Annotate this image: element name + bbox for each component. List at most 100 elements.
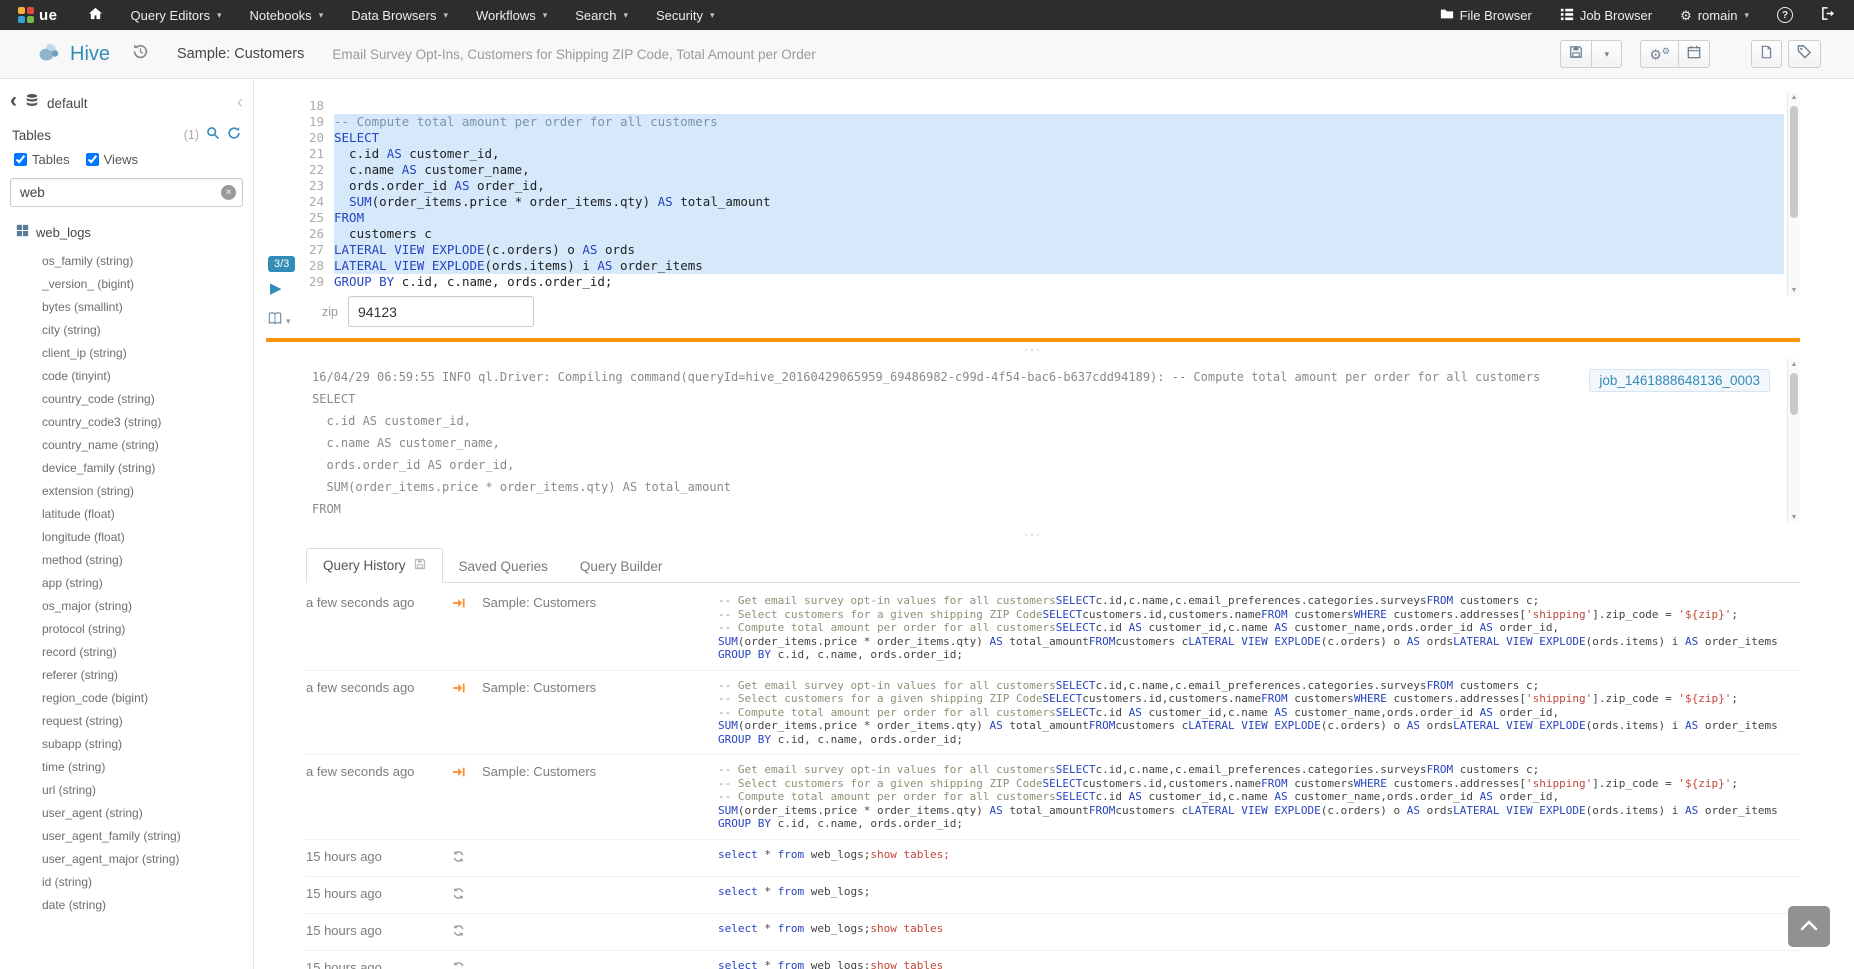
refresh-tables-icon[interactable] bbox=[227, 126, 241, 145]
column-item[interactable]: city (string) bbox=[42, 319, 253, 342]
resize-handle[interactable]: ··· bbox=[266, 345, 1800, 356]
search-tables-icon[interactable] bbox=[206, 126, 220, 145]
column-item[interactable]: method (string) bbox=[42, 549, 253, 572]
tags-button[interactable] bbox=[1788, 40, 1821, 68]
tab-query-history[interactable]: Query History bbox=[306, 548, 443, 583]
table-web-logs[interactable]: web_logs bbox=[16, 224, 91, 240]
settings-button[interactable]: ⚙⚙ bbox=[1640, 40, 1679, 68]
hue-logo[interactable]: ue bbox=[0, 0, 74, 30]
column-item[interactable]: request (string) bbox=[42, 710, 253, 733]
line-number: 21 bbox=[266, 146, 334, 162]
log-panel[interactable]: 16/04/29 06:59:55 INFO ql.Driver: Compil… bbox=[306, 359, 1800, 523]
history-row[interactable]: a few seconds agoSample: Customers-- Get… bbox=[306, 586, 1800, 671]
menu-data-browsers[interactable]: Data Browsers▾ bbox=[337, 0, 462, 30]
editor-line: 21 c.id AS customer_id, bbox=[266, 146, 1800, 162]
column-item[interactable]: record (string) bbox=[42, 641, 253, 664]
log-line: SUM(order_items.price * order_items.qty)… bbox=[312, 476, 1800, 498]
tables-filter[interactable]: Tables bbox=[14, 152, 70, 167]
tables-checkbox[interactable] bbox=[14, 153, 27, 166]
menu-query-editors[interactable]: Query Editors▾ bbox=[117, 0, 236, 30]
column-item[interactable]: longitude (float) bbox=[42, 526, 253, 549]
column-item[interactable]: device_family (string) bbox=[42, 457, 253, 480]
resize-handle[interactable]: ··· bbox=[266, 530, 1800, 541]
history-row[interactable]: 15 hours agoselect * from web_logs;show … bbox=[306, 914, 1800, 951]
column-item[interactable]: subapp (string) bbox=[42, 733, 253, 756]
history-row[interactable]: 15 hours agoselect * from web_logs; bbox=[306, 877, 1800, 914]
query-history-button[interactable] bbox=[132, 43, 149, 65]
column-item[interactable]: url (string) bbox=[42, 779, 253, 802]
column-item[interactable]: region_code (bigint) bbox=[42, 687, 253, 710]
columns-list[interactable]: os_family (string)_version_ (bigint)byte… bbox=[0, 250, 253, 969]
execute-button[interactable]: ▶ bbox=[270, 279, 282, 297]
scroll-up-icon[interactable]: ▲ bbox=[1788, 361, 1800, 368]
log-line: 16/04/29 06:59:55 INFO ql.Driver: Compil… bbox=[312, 366, 1800, 388]
column-item[interactable]: user_agent (string) bbox=[42, 802, 253, 825]
column-item[interactable]: country_code (string) bbox=[42, 388, 253, 411]
column-item[interactable]: country_name (string) bbox=[42, 434, 253, 457]
menu-notebooks[interactable]: Notebooks▾ bbox=[236, 0, 338, 30]
column-item[interactable]: time (string) bbox=[42, 756, 253, 779]
column-item[interactable]: protocol (string) bbox=[42, 618, 253, 641]
line-number: 24 bbox=[266, 194, 334, 210]
menu-search[interactable]: Search▾ bbox=[561, 0, 642, 30]
variable-input[interactable] bbox=[348, 296, 534, 327]
column-item[interactable]: app (string) bbox=[42, 572, 253, 595]
tab-query-builder[interactable]: Query Builder bbox=[564, 550, 679, 583]
editor-scrollbar[interactable]: ▲ ▼ bbox=[1787, 92, 1800, 296]
code-text: FROM bbox=[334, 210, 1784, 226]
file-browser-button[interactable]: File Browser bbox=[1426, 0, 1546, 30]
save-button[interactable] bbox=[1560, 40, 1592, 68]
job-browser-button[interactable]: Job Browser bbox=[1546, 0, 1666, 30]
menu-workflows[interactable]: Workflows▾ bbox=[462, 0, 561, 30]
query-history-list: a few seconds agoSample: Customers-- Get… bbox=[306, 586, 1800, 969]
views-checkbox[interactable] bbox=[86, 153, 99, 166]
history-row[interactable]: 15 hours agoselect * from web_logs;show … bbox=[306, 951, 1800, 969]
job-link[interactable]: job_1461888648136_0003 bbox=[1589, 369, 1770, 392]
new-query-button[interactable] bbox=[1751, 40, 1782, 68]
scrollbar-thumb[interactable] bbox=[1790, 106, 1798, 218]
column-item[interactable]: referer (string) bbox=[42, 664, 253, 687]
column-item[interactable]: id (string) bbox=[42, 871, 253, 894]
column-item[interactable]: bytes (smallint) bbox=[42, 296, 253, 319]
back-icon[interactable]: ‹ bbox=[10, 92, 17, 110]
schedule-button[interactable] bbox=[1679, 40, 1710, 68]
user-menu[interactable]: ⚙ romain ▾ bbox=[1666, 0, 1763, 30]
column-item[interactable]: os_family (string) bbox=[42, 250, 253, 273]
statement-counter-badge: 3/3 bbox=[268, 256, 295, 272]
column-item[interactable]: user_agent_family (string) bbox=[42, 825, 253, 848]
sql-line: -- Select customers for a given shipping… bbox=[718, 692, 1800, 706]
column-item[interactable]: user_agent_major (string) bbox=[42, 848, 253, 871]
collapse-assist-icon[interactable]: ‹ bbox=[237, 94, 243, 110]
views-filter[interactable]: Views bbox=[86, 152, 138, 167]
scrollbar-thumb[interactable] bbox=[1790, 373, 1798, 415]
menu-security[interactable]: Security▾ bbox=[642, 0, 729, 30]
app-name[interactable]: Hive bbox=[70, 43, 110, 66]
column-item[interactable]: date (string) bbox=[42, 894, 253, 917]
sql-editor[interactable]: 1819-- Compute total amount per order fo… bbox=[266, 92, 1800, 296]
column-item[interactable]: client_ip (string) bbox=[42, 342, 253, 365]
tab-saved-queries[interactable]: Saved Queries bbox=[443, 550, 564, 583]
column-item[interactable]: country_code3 (string) bbox=[42, 411, 253, 434]
editor-line: 29GROUP BY c.id, c.name, ords.order_id; bbox=[266, 274, 1800, 290]
column-item[interactable]: latitude (float) bbox=[42, 503, 253, 526]
column-item[interactable]: os_major (string) bbox=[42, 595, 253, 618]
history-row[interactable]: a few seconds agoSample: Customers-- Get… bbox=[306, 671, 1800, 756]
log-scrollbar[interactable]: ▲ ▼ bbox=[1787, 359, 1800, 523]
logout-button[interactable] bbox=[1807, 0, 1854, 30]
history-row[interactable]: a few seconds agoSample: Customers-- Get… bbox=[306, 755, 1800, 840]
clear-search-icon[interactable]: × bbox=[221, 185, 236, 200]
menu-label: Workflows bbox=[476, 8, 536, 23]
column-item[interactable]: code (tinyint) bbox=[42, 365, 253, 388]
scroll-to-top-button[interactable] bbox=[1788, 906, 1830, 947]
scroll-down-icon[interactable]: ▼ bbox=[1788, 514, 1800, 521]
database-name[interactable]: default bbox=[47, 96, 88, 111]
column-item[interactable]: extension (string) bbox=[42, 480, 253, 503]
scroll-up-icon[interactable]: ▲ bbox=[1788, 94, 1800, 101]
scroll-down-icon[interactable]: ▼ bbox=[1788, 287, 1800, 294]
history-row[interactable]: 15 hours agoselect * from web_logs;show … bbox=[306, 840, 1800, 877]
column-item[interactable]: _version_ (bigint) bbox=[42, 273, 253, 296]
help-button[interactable]: ? bbox=[1763, 0, 1807, 30]
save-dropdown-button[interactable]: ▾ bbox=[1592, 40, 1622, 68]
table-search-input[interactable] bbox=[10, 178, 243, 207]
home-button[interactable] bbox=[74, 0, 117, 30]
